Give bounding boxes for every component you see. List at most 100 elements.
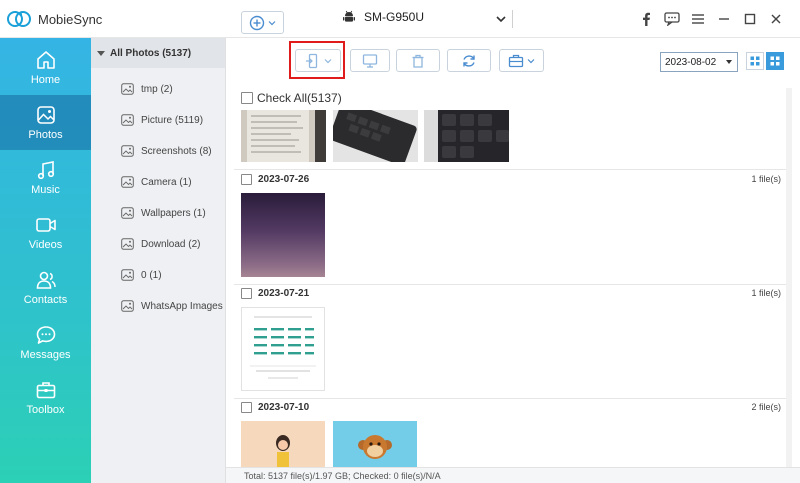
album-picture[interactable]: Picture (5119) xyxy=(121,112,203,128)
toolbox-button[interactable] xyxy=(499,49,544,72)
date-filter-value: 2023-08-02 xyxy=(665,56,717,68)
group-date: 2023-07-10 xyxy=(258,401,310,413)
album-icon xyxy=(121,83,134,95)
dropdown-arrow-icon xyxy=(726,60,732,64)
keyboard-closeup-image xyxy=(424,110,509,162)
photo-thumbnail[interactable] xyxy=(241,110,326,162)
device-selector[interactable]: SM-G950U xyxy=(342,10,424,24)
group-checkbox[interactable] xyxy=(241,401,252,413)
large-grid-icon xyxy=(770,56,780,66)
nav-item-contacts[interactable]: Contacts xyxy=(0,260,91,315)
delete-button[interactable] xyxy=(396,49,440,72)
group-file-count: 1 file(s) xyxy=(751,174,781,184)
messages-icon xyxy=(36,326,55,344)
nav-item-videos[interactable]: Videos xyxy=(0,205,91,260)
grid-view-small-button[interactable] xyxy=(746,52,764,70)
add-icon xyxy=(249,15,265,30)
chevron-down-icon xyxy=(527,58,535,63)
album-icon xyxy=(121,114,134,126)
nav-label: Music xyxy=(31,184,60,196)
app-logo: MobieSync xyxy=(6,8,102,30)
small-grid-icon xyxy=(750,56,760,66)
check-all-checkbox[interactable] xyxy=(241,92,253,104)
nav-label: Contacts xyxy=(23,294,68,306)
album-icon xyxy=(121,207,134,219)
photo-thumbnail[interactable] xyxy=(424,110,509,162)
album-whatsapp-images[interactable]: WhatsApp Images (3 xyxy=(121,298,225,314)
album-screenshots[interactable]: Screenshots (8) xyxy=(121,143,212,159)
add-button[interactable] xyxy=(241,11,284,34)
group-checkbox[interactable] xyxy=(241,287,252,299)
group-checkbox[interactable] xyxy=(241,173,252,185)
photo-thumbnail[interactable] xyxy=(241,193,325,277)
nav-label: Messages xyxy=(20,349,71,361)
date-group-header: 2023-07-26 1 file(s) xyxy=(241,171,781,187)
album-label: 0 (1) xyxy=(141,269,162,281)
album-zero[interactable]: 0 (1) xyxy=(121,267,162,283)
check-all[interactable]: Check All(5137) xyxy=(241,91,342,105)
nav-item-messages[interactable]: Messages xyxy=(0,315,91,370)
album-tmp[interactable]: tmp (2) xyxy=(121,81,173,97)
cartoon-monkey-image xyxy=(333,421,417,467)
album-wallpapers[interactable]: Wallpapers (1) xyxy=(121,205,206,221)
status-text: Total: 5137 file(s)/1.97 GB; Checked: 0 … xyxy=(244,470,441,481)
photo-thumbnail[interactable] xyxy=(241,307,325,391)
group-separator xyxy=(234,169,786,170)
all-photos-label: All Photos (5137) xyxy=(110,47,192,59)
keyboard-photo-image xyxy=(333,110,418,162)
menu-icon[interactable] xyxy=(686,10,710,28)
refresh-icon xyxy=(463,54,475,67)
grid-view-large-button[interactable] xyxy=(766,52,784,70)
chevron-down-icon[interactable] xyxy=(494,12,508,26)
nav-label: Photos xyxy=(28,129,63,141)
nav-item-photos[interactable]: Photos xyxy=(0,95,91,150)
album-label: tmp (2) xyxy=(141,83,173,95)
album-camera[interactable]: Camera (1) xyxy=(121,174,192,190)
home-icon xyxy=(36,51,55,69)
close-icon[interactable] xyxy=(764,10,788,28)
title-bar: MobieSync SM-G950U xyxy=(0,0,800,38)
check-all-label: Check All(5137) xyxy=(257,91,342,105)
photo-thumbnail[interactable] xyxy=(333,110,418,162)
document-photo-image xyxy=(241,110,326,162)
nav-label: Videos xyxy=(28,239,63,251)
album-sidebar: All Photos (5137) tmp (2) Picture (5119) S… xyxy=(91,38,226,483)
date-filter-select[interactable]: 2023-08-02 xyxy=(660,52,738,72)
main-nav: Home Photos Music Videos Contacts Messag… xyxy=(0,38,91,483)
maximize-icon[interactable] xyxy=(738,10,762,28)
vertical-scrollbar[interactable] xyxy=(786,88,792,468)
album-icon xyxy=(121,238,134,250)
feedback-icon[interactable] xyxy=(660,10,684,28)
minimize-icon[interactable] xyxy=(712,10,736,28)
album-download[interactable]: Download (2) xyxy=(121,236,200,252)
export-to-pc-button[interactable] xyxy=(350,49,390,72)
album-label: Screenshots (8) xyxy=(141,145,212,157)
delete-icon xyxy=(412,54,424,68)
export-to-pc-icon xyxy=(362,53,378,68)
album-icon xyxy=(121,300,134,312)
album-label: Picture (5119) xyxy=(141,114,204,126)
date-group-header: 2023-07-21 1 file(s) xyxy=(241,285,781,301)
nav-label: Home xyxy=(30,74,61,86)
cartoon-girl-image xyxy=(241,421,325,467)
videos-icon xyxy=(35,218,56,232)
photo-thumbnail[interactable] xyxy=(241,421,325,467)
group-date: 2023-07-26 xyxy=(258,173,310,185)
nav-item-home[interactable]: Home xyxy=(0,40,91,95)
recovery-codes-image xyxy=(246,312,320,386)
toolbox-icon xyxy=(508,54,524,67)
photo-thumbnail[interactable] xyxy=(333,421,417,467)
album-icon xyxy=(121,145,134,157)
contacts-icon xyxy=(36,271,56,289)
nav-item-music[interactable]: Music xyxy=(0,150,91,205)
collapse-caret-icon[interactable] xyxy=(97,50,105,56)
refresh-button[interactable] xyxy=(447,49,491,72)
toolbox-icon xyxy=(36,382,55,399)
all-photos-header[interactable]: All Photos (5137) xyxy=(91,38,225,68)
album-label: Wallpapers (1) xyxy=(141,207,206,219)
device-name: SM-G950U xyxy=(364,10,425,24)
nav-item-toolbox[interactable]: Toolbox xyxy=(0,370,91,425)
title-divider xyxy=(512,10,513,28)
album-label: Download (2) xyxy=(141,238,201,250)
facebook-icon[interactable] xyxy=(634,10,658,28)
